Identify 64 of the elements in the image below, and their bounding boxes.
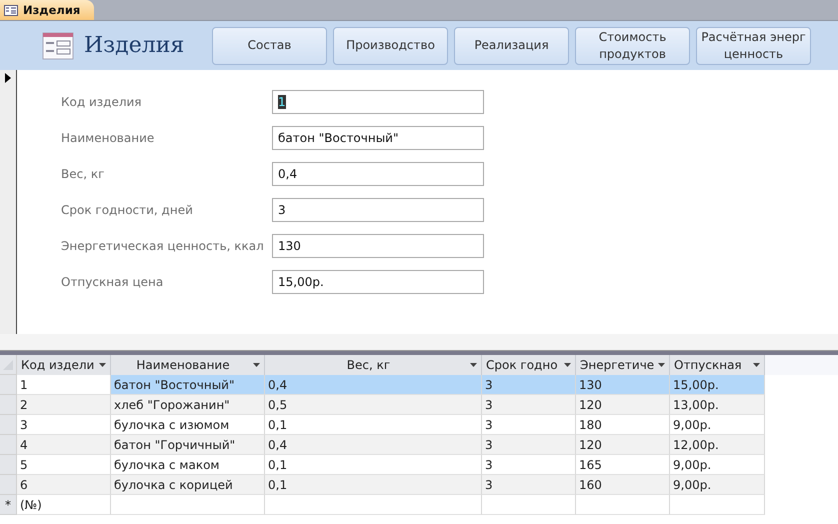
table-cell: хлеб "Горожанин" bbox=[111, 395, 265, 415]
table-cell: 0,1 bbox=[265, 475, 482, 495]
current-record-icon bbox=[5, 73, 11, 83]
field-label: Вес, кг bbox=[61, 167, 106, 181]
table-row[interactable]: 4 батон "Горчичный" 0,4 3 120 12,00р. bbox=[0, 435, 838, 455]
input-field[interactable]: 130 bbox=[272, 234, 484, 258]
table-cell: батон "Восточный" bbox=[111, 375, 265, 395]
table-row[interactable]: 1 батон "Восточный" 0,4 3 130 15,00р. bbox=[0, 375, 838, 395]
input-field[interactable]: 1 bbox=[272, 90, 484, 114]
field-label: Отпускная цена bbox=[61, 275, 164, 289]
table-cell: 6 bbox=[17, 475, 111, 495]
dropdown-arrow-icon[interactable] bbox=[253, 363, 260, 367]
table-cell: 3 bbox=[482, 435, 576, 455]
field-label: Код изделия bbox=[61, 95, 143, 109]
table-row[interactable]: 6 булочка с корицей 0,1 3 160 9,00р. bbox=[0, 475, 838, 495]
table-cell: 1 bbox=[17, 375, 111, 395]
new-record-marker: * bbox=[0, 495, 17, 515]
header-button[interactable]: Стоимость продуктов bbox=[575, 26, 690, 64]
table-cell: 9,00р. bbox=[670, 475, 765, 495]
column-header[interactable]: Энергетиче bbox=[576, 355, 670, 375]
input-field[interactable]: батон "Восточный" bbox=[272, 126, 484, 150]
field-label: Срок годности, дней bbox=[61, 203, 194, 217]
header-button[interactable]: Состав bbox=[212, 26, 327, 64]
header-button[interactable]: Производство bbox=[333, 26, 448, 64]
column-header[interactable]: Отпускная bbox=[670, 355, 765, 375]
table-cell: 13,00р. bbox=[670, 395, 765, 415]
field-label: Энергетическая ценность, ккал bbox=[61, 239, 265, 253]
table-cell: 0,4 bbox=[265, 435, 482, 455]
column-header[interactable]: Наименование bbox=[111, 355, 265, 375]
column-header[interactable]: Срок годно bbox=[482, 355, 576, 375]
table-cell: 3 bbox=[482, 395, 576, 415]
dropdown-arrow-icon[interactable] bbox=[99, 363, 106, 367]
dropdown-arrow-icon[interactable] bbox=[564, 363, 571, 367]
table-cell: булочка с корицей bbox=[111, 475, 265, 495]
table-cell: 120 bbox=[576, 435, 670, 455]
table-cell: 0,4 bbox=[265, 375, 482, 395]
table-row[interactable]: 2 хлеб "Горожанин" 0,5 3 120 13,00р. bbox=[0, 395, 838, 415]
table-cell: 2 bbox=[17, 395, 111, 415]
table-cell: (№) bbox=[17, 495, 111, 515]
table-cell: 160 bbox=[576, 475, 670, 495]
input-field[interactable]: 15,00р. bbox=[272, 270, 484, 294]
form-icon bbox=[42, 32, 74, 60]
form-icon bbox=[4, 4, 18, 16]
dropdown-arrow-icon[interactable] bbox=[753, 363, 760, 367]
table-cell: 130 bbox=[576, 375, 670, 395]
table-cell: 4 bbox=[17, 435, 111, 455]
table-cell: батон "Горчичный" bbox=[111, 435, 265, 455]
table-cell: 15,00р. bbox=[670, 375, 765, 395]
field-label: Наименование bbox=[61, 131, 156, 145]
header-button[interactable]: Реализация bbox=[454, 26, 569, 64]
table-cell: 3 bbox=[482, 475, 576, 495]
dropdown-arrow-icon[interactable] bbox=[658, 363, 665, 367]
table-cell: 12,00р. bbox=[670, 435, 765, 455]
form-title: Изделия bbox=[84, 33, 186, 58]
input-field[interactable]: 0,4 bbox=[272, 162, 484, 186]
column-header[interactable]: Код издели bbox=[17, 355, 111, 375]
dropdown-arrow-icon[interactable] bbox=[470, 363, 477, 367]
table-cell: 120 bbox=[576, 395, 670, 415]
table-cell: 0,5 bbox=[265, 395, 482, 415]
document-tab[interactable]: Изделия bbox=[0, 0, 94, 20]
input-field[interactable]: 3 bbox=[272, 198, 484, 222]
column-header[interactable]: Вес, кг bbox=[265, 355, 482, 375]
table-cell: 3 bbox=[482, 375, 576, 395]
header-button[interactable]: Расчётная энерг ценность bbox=[696, 26, 811, 64]
